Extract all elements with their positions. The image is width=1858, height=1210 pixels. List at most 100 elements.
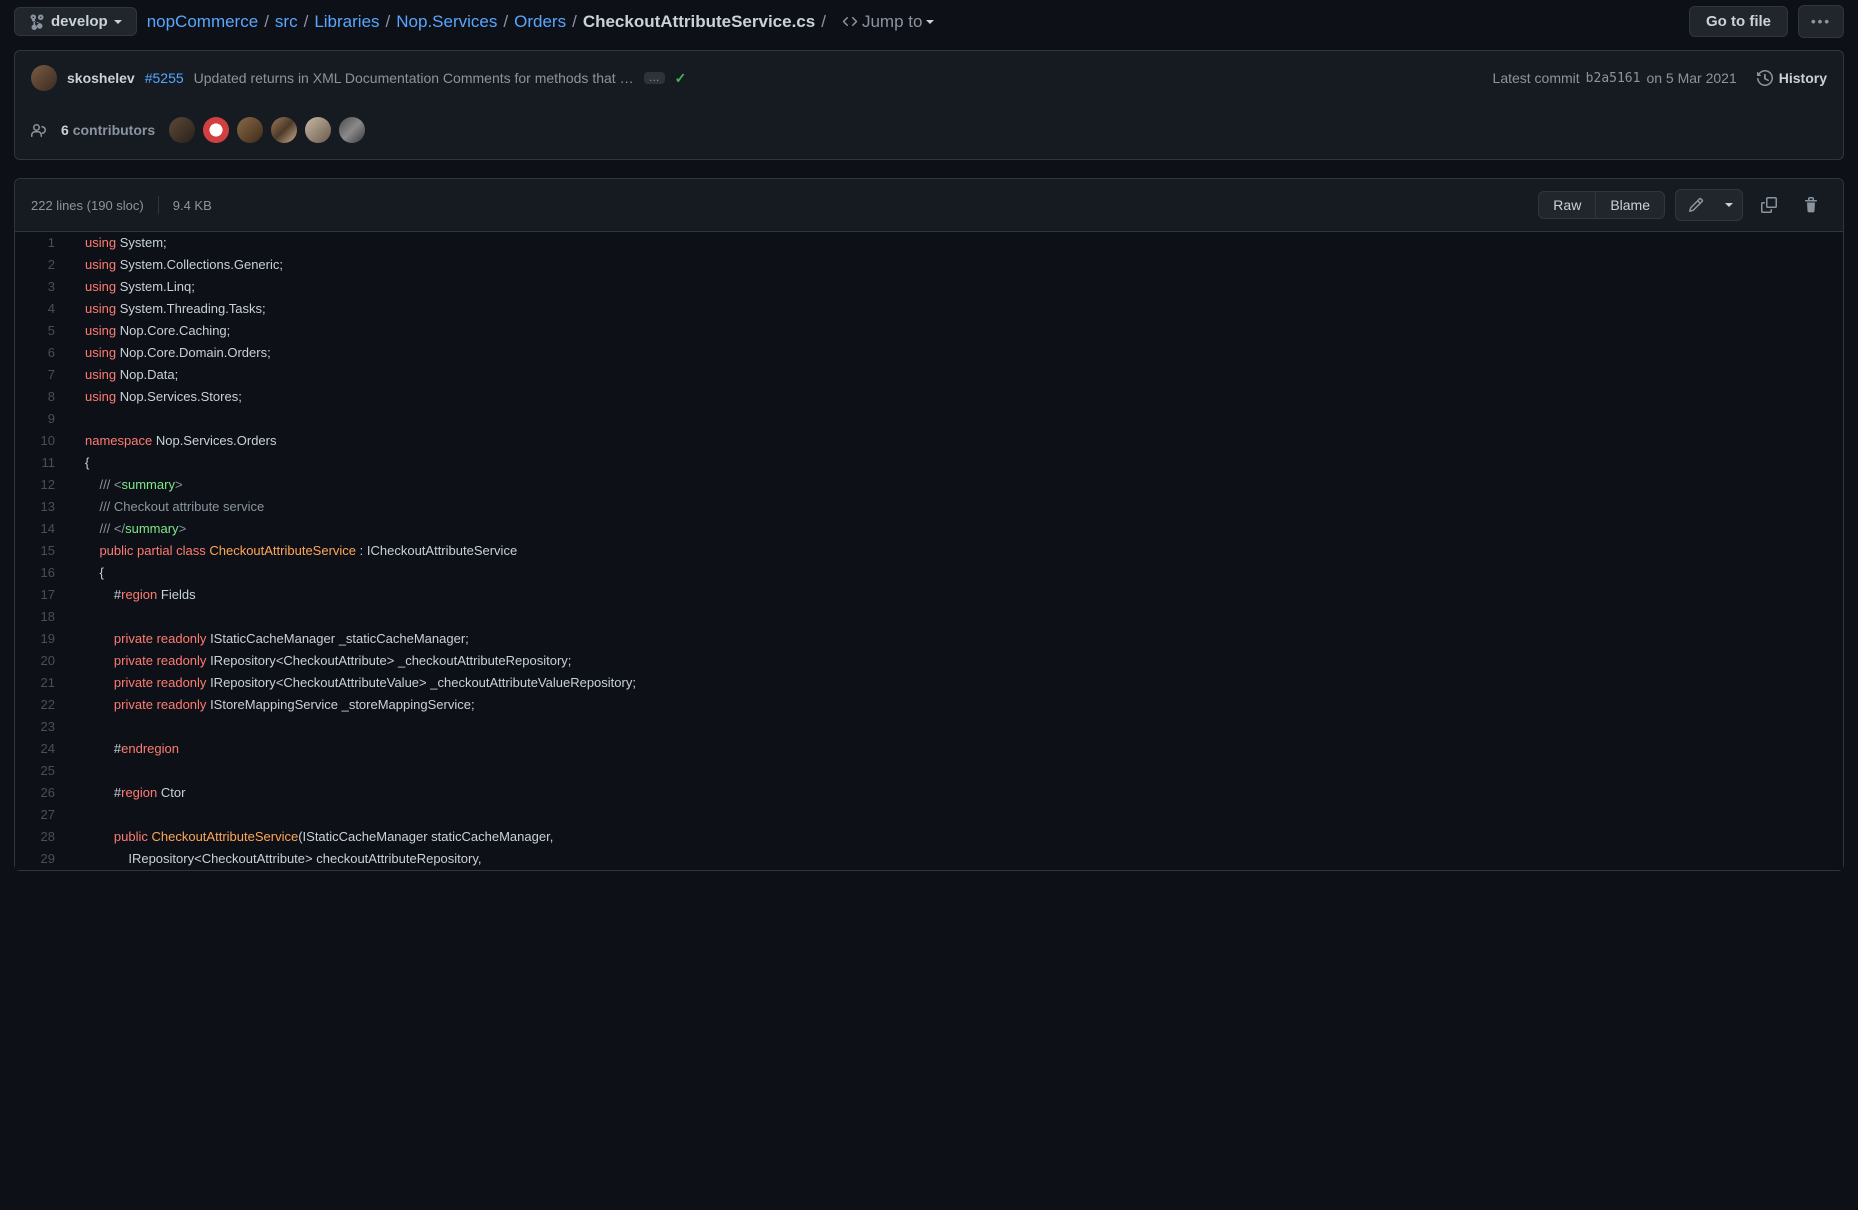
breadcrumb: nopCommerce/ src/ Libraries/ Nop.Service… — [147, 12, 826, 32]
code-line: /// <summary> — [73, 474, 1843, 496]
branch-icon — [29, 14, 45, 30]
branch-selector[interactable]: develop — [14, 7, 137, 36]
line-number[interactable]: 7 — [15, 364, 73, 386]
line-number[interactable]: 25 — [15, 760, 73, 782]
code-line: private readonly IRepository<CheckoutAtt… — [73, 650, 1843, 672]
code-line: using Nop.Core.Domain.Orders; — [73, 342, 1843, 364]
history-link[interactable]: History — [1757, 70, 1827, 86]
line-number[interactable]: 11 — [15, 452, 73, 474]
contributor-avatar[interactable] — [305, 117, 331, 143]
history-label: History — [1779, 70, 1827, 86]
branch-name: develop — [51, 13, 108, 30]
code-line: IRepository<CheckoutAttribute> checkoutA… — [73, 848, 1843, 870]
file-size: 9.4 KB — [173, 198, 212, 213]
line-number[interactable]: 3 — [15, 276, 73, 298]
author-avatar[interactable] — [31, 65, 57, 91]
code-line: using Nop.Core.Caching; — [73, 320, 1843, 342]
raw-button[interactable]: Raw — [1539, 192, 1595, 218]
issue-link[interactable]: #5255 — [145, 70, 184, 86]
crumb-src[interactable]: src — [275, 12, 298, 32]
expand-message-button[interactable]: … — [644, 72, 665, 84]
blame-button[interactable]: Blame — [1595, 192, 1664, 218]
line-number[interactable]: 28 — [15, 826, 73, 848]
line-number[interactable]: 13 — [15, 496, 73, 518]
more-options-button[interactable]: ••• — [1798, 5, 1844, 38]
contributors-label[interactable]: 6 contributors — [61, 122, 155, 138]
code-line: using Nop.Services.Stores; — [73, 386, 1843, 408]
line-number[interactable]: 1 — [15, 232, 73, 254]
code-line: { — [73, 452, 1843, 474]
chevron-down-icon — [926, 20, 934, 28]
code-line — [73, 716, 1843, 738]
code-line: namespace Nop.Services.Orders — [73, 430, 1843, 452]
line-number[interactable]: 17 — [15, 584, 73, 606]
commit-message[interactable]: Updated returns in XML Documentation Com… — [194, 70, 634, 86]
edit-dropdown-button[interactable] — [1716, 190, 1742, 220]
line-number[interactable]: 14 — [15, 518, 73, 540]
line-number[interactable]: 8 — [15, 386, 73, 408]
code-line: #region Fields — [73, 584, 1843, 606]
line-count: 222 lines (190 sloc) — [31, 198, 144, 213]
crumb-orders[interactable]: Orders — [514, 12, 566, 32]
code-line — [73, 804, 1843, 826]
line-number[interactable]: 26 — [15, 782, 73, 804]
line-number[interactable]: 5 — [15, 320, 73, 342]
crumb-libraries[interactable]: Libraries — [314, 12, 379, 32]
code-line: #endregion — [73, 738, 1843, 760]
line-number[interactable]: 20 — [15, 650, 73, 672]
commit-bar: skoshelev #5255 Updated returns in XML D… — [15, 51, 1843, 105]
line-number[interactable]: 2 — [15, 254, 73, 276]
jump-to-label: Jump to — [862, 12, 922, 32]
line-number[interactable]: 23 — [15, 716, 73, 738]
line-number[interactable]: 19 — [15, 628, 73, 650]
line-number[interactable]: 15 — [15, 540, 73, 562]
copy-button[interactable] — [1753, 190, 1785, 220]
line-number[interactable]: 21 — [15, 672, 73, 694]
contributor-avatar[interactable] — [203, 117, 229, 143]
crumb-repo[interactable]: nopCommerce — [147, 12, 259, 32]
code-line: using System.Linq; — [73, 276, 1843, 298]
line-number[interactable]: 16 — [15, 562, 73, 584]
code-line — [73, 408, 1843, 430]
code-line — [73, 760, 1843, 782]
people-icon — [31, 122, 47, 138]
line-number[interactable]: 22 — [15, 694, 73, 716]
code-line: using System.Threading.Tasks; — [73, 298, 1843, 320]
author-link[interactable]: skoshelev — [67, 70, 135, 86]
crumb-file: CheckoutAttributeService.cs — [583, 12, 815, 32]
contributor-avatar[interactable] — [339, 117, 365, 143]
code-line: private readonly IStoreMappingService _s… — [73, 694, 1843, 716]
code-line: private readonly IStaticCacheManager _st… — [73, 628, 1843, 650]
code-line: using System.Collections.Generic; — [73, 254, 1843, 276]
contributors-row: 6 contributors — [15, 105, 1843, 159]
chevron-down-icon — [1725, 203, 1733, 211]
contributor-avatar[interactable] — [169, 117, 195, 143]
line-number[interactable]: 12 — [15, 474, 73, 496]
code-line: /// </summary> — [73, 518, 1843, 540]
code-line: public CheckoutAttributeService(IStaticC… — [73, 826, 1843, 848]
history-icon — [1757, 70, 1773, 86]
delete-button[interactable] — [1795, 190, 1827, 220]
file-header: 222 lines (190 sloc) 9.4 KB Raw Blame — [15, 179, 1843, 232]
contributor-avatar[interactable] — [271, 117, 297, 143]
line-number[interactable]: 4 — [15, 298, 73, 320]
line-number[interactable]: 27 — [15, 804, 73, 826]
edit-button[interactable] — [1676, 190, 1716, 220]
raw-blame-group: Raw Blame — [1538, 191, 1665, 219]
commit-sha[interactable]: b2a5161 — [1586, 71, 1641, 86]
line-number[interactable]: 29 — [15, 848, 73, 870]
jump-to-dropdown[interactable]: Jump to — [842, 12, 934, 32]
chevron-down-icon — [114, 20, 122, 28]
code-line — [73, 606, 1843, 628]
status-check-icon[interactable]: ✓ — [675, 70, 687, 87]
line-number[interactable]: 18 — [15, 606, 73, 628]
line-number[interactable]: 6 — [15, 342, 73, 364]
code-line: private readonly IRepository<CheckoutAtt… — [73, 672, 1843, 694]
crumb-services[interactable]: Nop.Services — [396, 12, 497, 32]
go-to-file-button[interactable]: Go to file — [1689, 6, 1788, 37]
line-number[interactable]: 10 — [15, 430, 73, 452]
code-line: public partial class CheckoutAttributeSe… — [73, 540, 1843, 562]
contributor-avatar[interactable] — [237, 117, 263, 143]
line-number[interactable]: 9 — [15, 408, 73, 430]
line-number[interactable]: 24 — [15, 738, 73, 760]
